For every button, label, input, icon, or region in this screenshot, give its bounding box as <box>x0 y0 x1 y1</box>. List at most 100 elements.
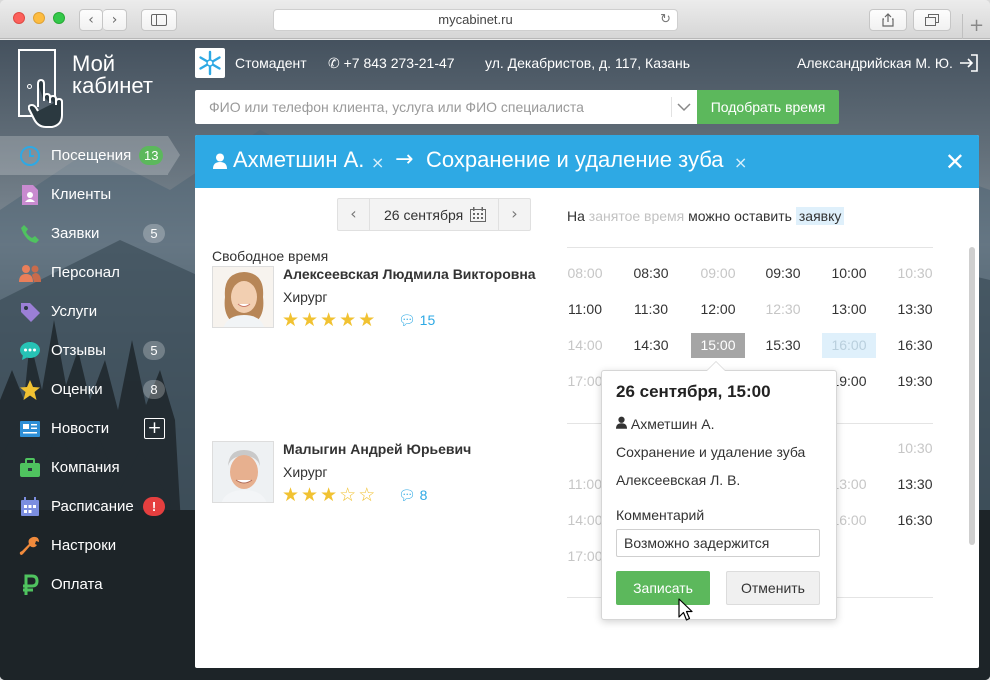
zoom-window-button[interactable] <box>53 12 65 24</box>
sidebar-nav: Посещения 13 Клиенты Заявки 5 Персонал У… <box>0 136 180 604</box>
star-icon: ★ <box>301 309 321 331</box>
new-tab-button[interactable]: + <box>962 14 990 39</box>
selected-date[interactable]: 26 сентября <box>384 207 463 223</box>
time-slot[interactable]: 15:00 <box>691 333 745 358</box>
cancel-booking-button[interactable]: Отменить <box>726 571 820 605</box>
sidebar-item-requests[interactable]: Заявки 5 <box>0 214 180 253</box>
time-slot[interactable]: 08:30 <box>624 261 678 286</box>
time-slot[interactable]: 11:00 <box>558 297 612 322</box>
sidebar-item-ratings[interactable]: Оценки 8 <box>0 370 180 409</box>
popup-service: Сохранение и удаление зуба <box>616 444 806 460</box>
sidebar-item-services[interactable]: Услуги <box>0 292 180 331</box>
ruble-icon <box>18 573 42 597</box>
sidebar-toggle-button[interactable] <box>141 9 177 31</box>
time-slot[interactable]: 15:30 <box>756 333 810 358</box>
sidebar-item-company[interactable]: Компания <box>0 448 180 487</box>
sidebar-item-label: Заявки <box>51 225 100 242</box>
time-slot[interactable]: 10:30 <box>888 261 942 286</box>
sidebar-item-reviews[interactable]: Отзывы 5 <box>0 331 180 370</box>
reload-icon[interactable]: ↻ <box>660 10 671 30</box>
time-slot[interactable]: 16:30 <box>888 333 942 358</box>
sidebar-item-label: Новости <box>51 420 110 437</box>
booking-confirm-popup: 26 сентября, 15:00 Ахметшин А. Сохранени… <box>601 361 837 620</box>
doctor-reviews-link[interactable]: 💬︎ 8 <box>398 487 427 504</box>
doctor-rating: ★★★☆☆ <box>282 484 377 506</box>
clinic-phone[interactable]: ✆ +7 843 273-21-47 <box>328 55 455 72</box>
close-icon[interactable]: ✕ <box>945 148 965 176</box>
sidebar-item-schedule[interactable]: Расписание ! <box>0 487 180 526</box>
sidebar-item-label: Клиенты <box>51 186 112 203</box>
time-slot[interactable]: 14:30 <box>624 333 678 358</box>
time-slot[interactable]: 13:30 <box>888 472 942 497</box>
browser-window: ‹ › mycabinet.ru ↻ + Мой кабинет Посещен… <box>0 0 990 680</box>
sidebar-item-label: Компания <box>51 459 120 476</box>
next-day-button[interactable]: › <box>498 199 530 230</box>
minimize-window-button[interactable] <box>33 12 45 24</box>
comment-input[interactable] <box>616 529 820 557</box>
hand-pointer-icon <box>28 79 63 128</box>
remove-client-icon[interactable]: × <box>371 153 384 172</box>
logout-button[interactable] <box>958 52 980 74</box>
pick-time-button[interactable]: Подобрать время <box>697 90 839 124</box>
save-booking-button[interactable]: Записать <box>616 571 710 605</box>
app-viewport: Мой кабинет Посещения 13 Клиенты Заявки … <box>0 40 990 680</box>
time-slot[interactable]: 16:30 <box>888 508 942 533</box>
requests-count-badge: 5 <box>143 224 165 243</box>
slots-scrollbar[interactable] <box>969 247 975 545</box>
popup-title: 26 сентября, 15:00 <box>616 382 771 401</box>
time-slot[interactable]: 11:30 <box>624 297 678 322</box>
doctor-card[interactable]: Малыгин Андрей Юрьевич Хирург ★★★☆☆ 💬︎ 8 <box>212 441 562 511</box>
close-window-button[interactable] <box>13 12 25 24</box>
search-dropdown-toggle[interactable] <box>671 97 695 117</box>
sidebar-item-news[interactable]: Новости + <box>0 409 180 448</box>
sidebar-item-staff[interactable]: Персонал <box>0 253 180 292</box>
sidebar-item-settings[interactable]: Настроки <box>0 526 180 565</box>
time-slot[interactable]: 12:00 <box>691 297 745 322</box>
prev-day-button[interactable]: ‹ <box>338 199 370 230</box>
current-user[interactable]: Александрийская М. Ю. <box>797 55 953 71</box>
chevron-left-icon: ‹ <box>88 12 94 28</box>
time-slot[interactable]: 12:30 <box>756 297 810 322</box>
tag-icon <box>18 300 42 324</box>
star-icon: ★ <box>320 484 340 506</box>
doctor-rating: ★★★★★ <box>282 309 377 331</box>
forward-button[interactable]: › <box>103 9 127 31</box>
share-button[interactable] <box>869 9 907 31</box>
time-slot[interactable]: 10:00 <box>822 261 876 286</box>
sidebar-item-label: Расписание <box>51 498 134 515</box>
time-slot[interactable]: 14:00 <box>558 333 612 358</box>
time-slot[interactable]: 09:00 <box>691 261 745 286</box>
doctor-name[interactable]: Алексеевская Людмила Викторовна <box>283 266 536 282</box>
time-slot[interactable]: 16:00 <box>822 333 876 358</box>
sidebar-item-label: Настроки <box>51 537 117 554</box>
address-bar[interactable]: mycabinet.ru ↻ <box>273 9 678 31</box>
doctor-name[interactable]: Малыгин Андрей Юрьевич <box>283 441 471 457</box>
time-slot[interactable]: 13:00 <box>822 297 876 322</box>
sidebar-item-clients[interactable]: Клиенты <box>0 175 180 214</box>
search-input[interactable] <box>195 90 665 124</box>
doctor-specialty: Хирург <box>283 464 328 480</box>
remove-service-icon[interactable]: × <box>734 153 747 172</box>
star-icon: ★ <box>282 309 302 331</box>
mouse-pointer-icon <box>678 598 693 621</box>
app-logo[interactable]: Мой кабинет <box>16 49 186 129</box>
calendar-icon[interactable] <box>470 207 486 225</box>
sidebar-item-visits[interactable]: Посещения 13 <box>0 136 180 175</box>
doctor-specialty: Хирург <box>283 289 328 305</box>
time-slot[interactable]: 09:30 <box>756 261 810 286</box>
time-slot[interactable]: 10:30 <box>888 436 942 461</box>
time-slot[interactable]: 08:00 <box>558 261 612 286</box>
sidebar-item-payment[interactable]: Оплата <box>0 565 180 604</box>
sidebar-item-label: Отзывы <box>51 342 106 359</box>
logout-icon <box>960 54 978 72</box>
back-button[interactable]: ‹ <box>79 9 103 31</box>
newspaper-icon <box>18 417 42 441</box>
time-slot[interactable]: 19:30 <box>888 369 942 394</box>
tabs-overview-button[interactable] <box>913 9 951 31</box>
add-news-button[interactable]: + <box>144 418 165 439</box>
doctor-card[interactable]: Алексеевская Людмила Викторовна Хирург ★… <box>212 266 562 336</box>
doctor-reviews-link[interactable]: 💬︎ 15 <box>398 312 435 329</box>
time-slot[interactable]: 13:30 <box>888 297 942 322</box>
booking-service-name[interactable]: Сохранение и удаление зуба <box>426 147 724 173</box>
booking-client-name[interactable]: Ахметшин А. <box>233 147 364 173</box>
